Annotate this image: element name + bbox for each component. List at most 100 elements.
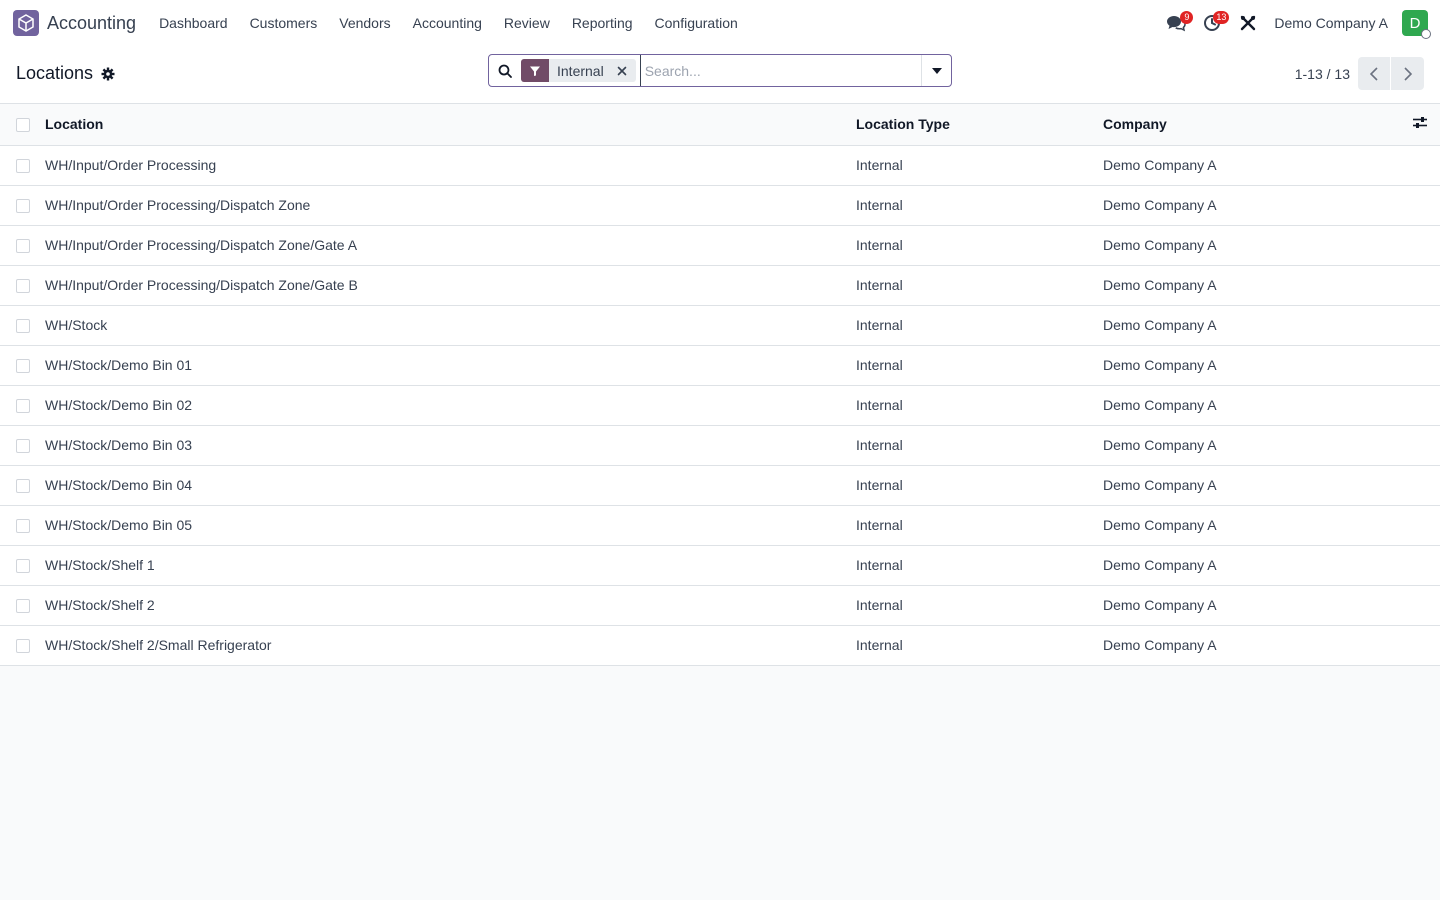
filter-facet: Internal bbox=[521, 59, 636, 82]
cell-company: Demo Company A bbox=[1103, 185, 1400, 226]
activity-menu[interactable]: 13 bbox=[1194, 0, 1230, 46]
pager-previous-button[interactable] bbox=[1358, 57, 1391, 90]
cell-company: Demo Company A bbox=[1103, 585, 1400, 626]
cell-location-type: Internal bbox=[856, 465, 1103, 506]
cell-empty bbox=[1400, 465, 1440, 506]
table-row[interactable]: WH/Input/Order Processing/Dispatch Zone/… bbox=[0, 225, 1440, 266]
table-row[interactable]: WH/Stock Internal Demo Company A bbox=[0, 305, 1440, 346]
row-select-cell bbox=[0, 185, 45, 226]
cell-location-type: Internal bbox=[856, 145, 1103, 186]
cell-location: WH/Input/Order Processing/Dispatch Zone bbox=[45, 185, 856, 226]
row-checkbox[interactable] bbox=[16, 279, 30, 294]
row-select-cell bbox=[0, 385, 45, 426]
cell-company: Demo Company A bbox=[1103, 265, 1400, 306]
cell-empty bbox=[1400, 225, 1440, 266]
table-row[interactable]: WH/Stock/Shelf 2/Small Refrigerator Inte… bbox=[0, 625, 1440, 666]
menu-review[interactable]: Review bbox=[493, 15, 561, 31]
column-header-location-type[interactable]: Location Type bbox=[856, 104, 1103, 146]
cell-location: WH/Input/Order Processing/Dispatch Zone/… bbox=[45, 265, 856, 306]
row-checkbox[interactable] bbox=[16, 639, 30, 654]
row-checkbox[interactable] bbox=[16, 519, 30, 534]
cell-empty bbox=[1400, 305, 1440, 346]
table-row[interactable]: WH/Stock/Demo Bin 02 Internal Demo Compa… bbox=[0, 385, 1440, 426]
table-row[interactable]: WH/Stock/Demo Bin 05 Internal Demo Compa… bbox=[0, 505, 1440, 546]
facet-remove-icon[interactable] bbox=[612, 66, 632, 76]
menu-dashboard[interactable]: Dashboard bbox=[148, 15, 239, 31]
app-logo-icon[interactable] bbox=[13, 10, 39, 36]
cell-location-type: Internal bbox=[856, 545, 1103, 586]
filter-icon bbox=[521, 59, 549, 82]
row-checkbox[interactable] bbox=[16, 479, 30, 494]
search-icon[interactable] bbox=[489, 64, 521, 78]
cell-empty bbox=[1400, 585, 1440, 626]
row-checkbox[interactable] bbox=[16, 239, 30, 254]
column-header-company[interactable]: Company bbox=[1103, 104, 1400, 146]
row-select-cell bbox=[0, 265, 45, 306]
table-row[interactable]: WH/Stock/Shelf 1 Internal Demo Company A bbox=[0, 545, 1440, 586]
cell-location: WH/Stock bbox=[45, 305, 856, 346]
debug-menu[interactable] bbox=[1230, 0, 1266, 46]
menu-customers[interactable]: Customers bbox=[239, 15, 329, 31]
row-checkbox[interactable] bbox=[16, 159, 30, 174]
pager-value[interactable]: 1-13 / 13 bbox=[1295, 66, 1350, 82]
row-select-cell bbox=[0, 505, 45, 546]
pager-next-button[interactable] bbox=[1391, 57, 1424, 90]
row-checkbox[interactable] bbox=[16, 559, 30, 574]
cell-company: Demo Company A bbox=[1103, 145, 1400, 186]
cell-empty bbox=[1400, 185, 1440, 226]
table-row[interactable]: WH/Stock/Demo Bin 04 Internal Demo Compa… bbox=[0, 465, 1440, 506]
select-all-checkbox[interactable] bbox=[16, 118, 30, 133]
main-menu: Dashboard Customers Vendors Accounting R… bbox=[148, 15, 749, 31]
select-all-cell bbox=[0, 104, 45, 146]
cell-company: Demo Company A bbox=[1103, 345, 1400, 386]
chevron-left-icon bbox=[1370, 66, 1378, 81]
cell-empty bbox=[1400, 265, 1440, 306]
search-options-toggle[interactable] bbox=[921, 55, 951, 86]
avatar-initial: D bbox=[1409, 14, 1421, 32]
table-body: WH/Input/Order Processing Internal Demo … bbox=[0, 145, 1440, 666]
optional-columns-toggle[interactable] bbox=[1400, 104, 1440, 146]
company-switcher[interactable]: Demo Company A bbox=[1274, 15, 1388, 31]
breadcrumb: Locations bbox=[16, 63, 115, 84]
cell-empty bbox=[1400, 625, 1440, 666]
table-row[interactable]: WH/Input/Order Processing/Dispatch Zone/… bbox=[0, 265, 1440, 306]
facet-value: Internal bbox=[557, 62, 604, 79]
cell-location-type: Internal bbox=[856, 625, 1103, 666]
row-checkbox[interactable] bbox=[16, 599, 30, 614]
table-row[interactable]: WH/Stock/Demo Bin 01 Internal Demo Compa… bbox=[0, 345, 1440, 386]
search-input[interactable] bbox=[639, 55, 921, 86]
menu-accounting[interactable]: Accounting bbox=[402, 15, 493, 31]
cell-company: Demo Company A bbox=[1103, 505, 1400, 546]
locations-table: Location Location Type Company WH/Input/… bbox=[0, 104, 1440, 666]
row-select-cell bbox=[0, 145, 45, 186]
user-avatar[interactable]: D bbox=[1402, 10, 1431, 39]
caret-down-icon bbox=[931, 67, 942, 74]
table-row[interactable]: WH/Stock/Demo Bin 03 Internal Demo Compa… bbox=[0, 425, 1440, 466]
cell-location: WH/Stock/Shelf 2 bbox=[45, 585, 856, 626]
cell-empty bbox=[1400, 505, 1440, 546]
menu-configuration[interactable]: Configuration bbox=[644, 15, 749, 31]
menu-vendors[interactable]: Vendors bbox=[328, 15, 401, 31]
cell-location-type: Internal bbox=[856, 505, 1103, 546]
cell-company: Demo Company A bbox=[1103, 425, 1400, 466]
table-row[interactable]: WH/Input/Order Processing Internal Demo … bbox=[0, 145, 1440, 186]
table-row[interactable]: WH/Input/Order Processing/Dispatch Zone … bbox=[0, 185, 1440, 226]
row-checkbox[interactable] bbox=[16, 199, 30, 214]
column-header-location[interactable]: Location bbox=[45, 104, 856, 146]
cell-empty bbox=[1400, 345, 1440, 386]
cell-location-type: Internal bbox=[856, 265, 1103, 306]
row-checkbox[interactable] bbox=[16, 319, 30, 334]
row-checkbox[interactable] bbox=[16, 439, 30, 454]
row-select-cell bbox=[0, 345, 45, 386]
cell-location: WH/Stock/Demo Bin 04 bbox=[45, 465, 856, 506]
row-checkbox[interactable] bbox=[16, 359, 30, 374]
cell-company: Demo Company A bbox=[1103, 305, 1400, 346]
gear-icon[interactable] bbox=[101, 67, 115, 81]
app-name[interactable]: Accounting bbox=[47, 13, 136, 34]
cell-location: WH/Input/Order Processing/Dispatch Zone/… bbox=[45, 225, 856, 266]
row-checkbox[interactable] bbox=[16, 399, 30, 414]
pager: 1-13 / 13 bbox=[1295, 57, 1424, 90]
messaging-menu[interactable]: 9 bbox=[1158, 0, 1194, 46]
menu-reporting[interactable]: Reporting bbox=[561, 15, 644, 31]
table-row[interactable]: WH/Stock/Shelf 2 Internal Demo Company A bbox=[0, 585, 1440, 626]
